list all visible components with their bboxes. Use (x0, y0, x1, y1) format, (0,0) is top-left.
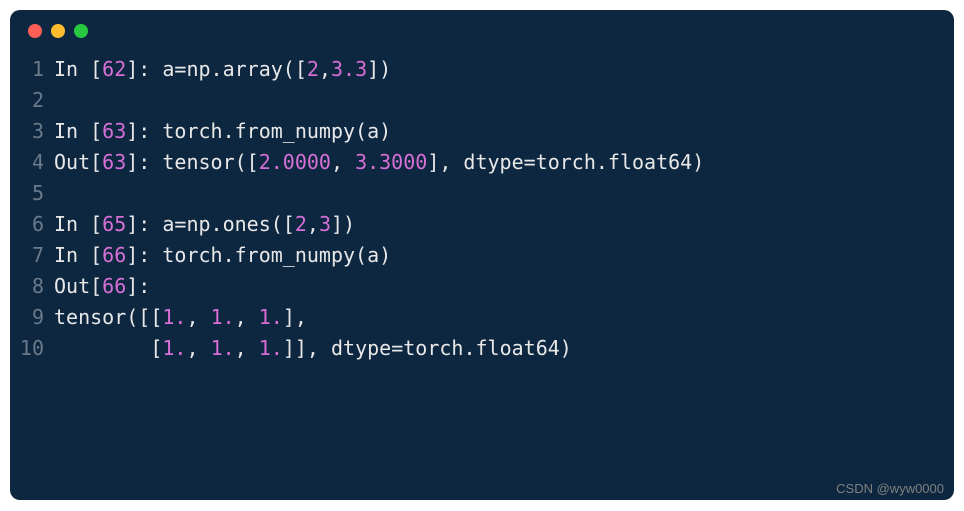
code-line: 3In [63]: torch.from_numpy(a) (10, 116, 954, 147)
line-number: 9 (10, 302, 54, 333)
text-token: In [ (54, 243, 102, 267)
code-line: 7In [66]: torch.from_numpy(a) (10, 240, 954, 271)
code-area: 1In [62]: a=np.array([2,3.3])2 3In [63]:… (10, 46, 954, 364)
code-line: 6In [65]: a=np.ones([2,3]) (10, 209, 954, 240)
line-number: 6 (10, 209, 54, 240)
number-token: 1. (162, 305, 186, 329)
code-line: 2 (10, 85, 954, 116)
line-number: 8 (10, 271, 54, 302)
text-token: ]: a=np.ones([ (126, 212, 295, 236)
text-token: ]: tensor([ (126, 150, 258, 174)
text-token: , (235, 336, 259, 360)
code-line: 9tensor([[1., 1., 1.], (10, 302, 954, 333)
line-number: 10 (10, 333, 54, 364)
number-token: 3 (319, 212, 331, 236)
code-line: 1In [62]: a=np.array([2,3.3]) (10, 54, 954, 85)
line-content: In [66]: torch.from_numpy(a) (54, 240, 391, 271)
terminal-window: 1In [62]: a=np.array([2,3.3])2 3In [63]:… (10, 10, 954, 500)
text-token: , (186, 305, 210, 329)
text-token: , (235, 305, 259, 329)
text-token: , (307, 212, 319, 236)
number-token: 66 (102, 274, 126, 298)
line-number: 5 (10, 178, 54, 209)
code-line: 5 (10, 178, 954, 209)
line-number: 3 (10, 116, 54, 147)
number-token: 1. (162, 336, 186, 360)
text-token: ], dtype=torch.float64) (427, 150, 704, 174)
number-token: 63 (102, 119, 126, 143)
window-titlebar (10, 10, 954, 46)
text-token: ]) (367, 57, 391, 81)
text-token: , (331, 150, 355, 174)
number-token: 1. (211, 336, 235, 360)
number-token: 65 (102, 212, 126, 236)
code-line: 8Out[66]: (10, 271, 954, 302)
line-number: 4 (10, 147, 54, 178)
line-content (54, 85, 66, 116)
line-number: 2 (10, 85, 54, 116)
close-icon[interactable] (28, 24, 42, 38)
line-number: 7 (10, 240, 54, 271)
number-token: 2.0000 (259, 150, 331, 174)
line-content: Out[66]: (54, 271, 150, 302)
number-token: 62 (102, 57, 126, 81)
number-token: 2 (307, 57, 319, 81)
number-token: 63 (102, 150, 126, 174)
text-token: In [ (54, 212, 102, 236)
line-content: tensor([[1., 1., 1.], (54, 302, 307, 333)
text-token: In [ (54, 57, 102, 81)
line-content: In [65]: a=np.ones([2,3]) (54, 209, 355, 240)
text-token: ], (283, 305, 307, 329)
number-token: 2 (295, 212, 307, 236)
text-token: Out[ (54, 150, 102, 174)
number-token: 66 (102, 243, 126, 267)
text-token: ]: torch.from_numpy(a) (126, 119, 391, 143)
line-content: In [62]: a=np.array([2,3.3]) (54, 54, 391, 85)
minimize-icon[interactable] (51, 24, 65, 38)
number-token: 3.3000 (355, 150, 427, 174)
number-token: 1. (211, 305, 235, 329)
text-token: ]: torch.from_numpy(a) (126, 243, 391, 267)
text-token: [ (54, 336, 162, 360)
number-token: 3.3 (331, 57, 367, 81)
watermark-text: CSDN @wyw0000 (836, 481, 944, 496)
line-number: 1 (10, 54, 54, 85)
text-token: tensor([[ (54, 305, 162, 329)
number-token: 1. (259, 305, 283, 329)
code-line: 10 [1., 1., 1.]], dtype=torch.float64) (10, 333, 954, 364)
text-token: In [ (54, 119, 102, 143)
line-content: In [63]: torch.from_numpy(a) (54, 116, 391, 147)
text-token: , (319, 57, 331, 81)
line-content: [1., 1., 1.]], dtype=torch.float64) (54, 333, 572, 364)
text-token: ]: a=np.array([ (126, 57, 307, 81)
text-token: ]], dtype=torch.float64) (283, 336, 572, 360)
line-content: Out[63]: tensor([2.0000, 3.3000], dtype=… (54, 147, 704, 178)
number-token: 1. (259, 336, 283, 360)
text-token: ]) (331, 212, 355, 236)
line-content (54, 178, 66, 209)
text-token: Out[ (54, 274, 102, 298)
text-token: , (186, 336, 210, 360)
text-token: ]: (126, 274, 150, 298)
maximize-icon[interactable] (74, 24, 88, 38)
code-line: 4Out[63]: tensor([2.0000, 3.3000], dtype… (10, 147, 954, 178)
